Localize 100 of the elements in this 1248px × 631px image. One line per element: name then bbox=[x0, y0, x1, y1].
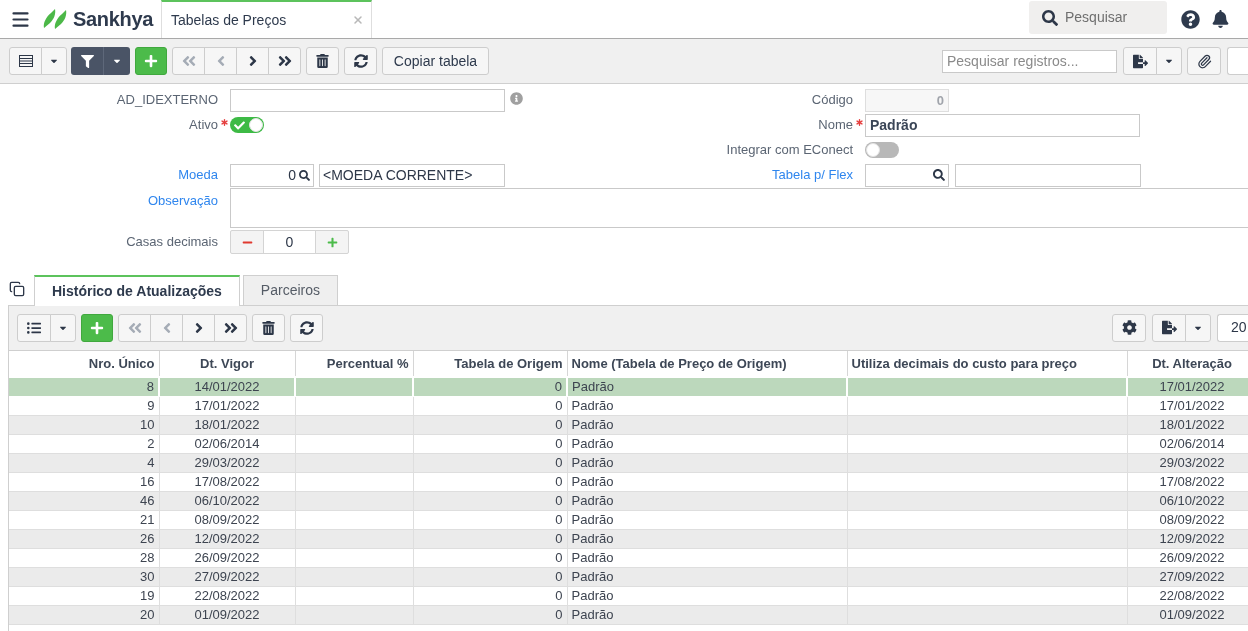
table-cell: 4 bbox=[147, 454, 155, 470]
name-field[interactable]: Padrão bbox=[865, 113, 1140, 137]
field-label: Casas decimais bbox=[126, 233, 218, 252]
page-size-field[interactable]: 20 bbox=[1217, 313, 1248, 342]
table-row[interactable]: 8 14/01/2022 0 Padrão 17/01/2022 bbox=[9, 377, 1248, 396]
table-cell: 20 bbox=[140, 606, 155, 622]
column-header[interactable]: Utiliza decimais do custo para preço bbox=[847, 351, 1127, 377]
search-field[interactable]: Pesquisar bbox=[1029, 1, 1167, 34]
table-cell: 06/10/2022 bbox=[1159, 492, 1225, 508]
table-cell: Padrão bbox=[571, 606, 614, 622]
table-cell: 27/09/2022 bbox=[1159, 568, 1225, 584]
input-field[interactable] bbox=[230, 88, 505, 112]
filter-icon bbox=[80, 54, 94, 68]
last-record-button[interactable] bbox=[268, 47, 301, 75]
logo-text: Sankhya bbox=[73, 7, 154, 32]
list-view-button[interactable] bbox=[17, 313, 51, 342]
toggle-switch[interactable] bbox=[865, 142, 899, 158]
notification-bell-icon[interactable] bbox=[1212, 10, 1229, 28]
grid-view-button[interactable] bbox=[9, 47, 42, 75]
column-header[interactable]: Dt. Alteração bbox=[1127, 351, 1248, 377]
input-field[interactable] bbox=[1227, 47, 1248, 75]
tab[interactable]: Parceiros bbox=[242, 275, 338, 305]
table-cell: 17/01/2022 bbox=[1159, 397, 1225, 413]
observation-field[interactable] bbox=[230, 188, 1248, 228]
refresh-icon bbox=[353, 54, 368, 68]
delete-button[interactable] bbox=[252, 313, 285, 342]
column-header[interactable]: Nome (Tabela de Preço de Origem) bbox=[567, 351, 847, 377]
toggle-switch[interactable] bbox=[230, 117, 264, 133]
attach-button[interactable] bbox=[1187, 47, 1221, 75]
table-cell: Padrão bbox=[572, 378, 614, 394]
column-header[interactable]: Nro. Único bbox=[9, 351, 159, 377]
table-cell: 0 bbox=[555, 606, 563, 622]
table-cell: 0 bbox=[555, 416, 563, 432]
search-icon[interactable] bbox=[299, 169, 310, 181]
search-field[interactable]: Pesquisar registros... bbox=[942, 49, 1117, 73]
column-header[interactable]: Percentual % bbox=[295, 351, 413, 377]
table-cell: 28 bbox=[140, 549, 155, 565]
column-header[interactable]: Dt. Vigor bbox=[159, 351, 295, 377]
lookup-field[interactable] bbox=[865, 163, 949, 187]
description-field[interactable]: <MOEDA CORRENTE> bbox=[319, 163, 505, 187]
table-cell: 02/06/2014 bbox=[1159, 435, 1225, 451]
add-button[interactable] bbox=[81, 313, 113, 342]
table-cell: 0 bbox=[555, 587, 563, 603]
table-cell: Padrão bbox=[571, 492, 614, 508]
double-chevron-right-icon bbox=[276, 53, 293, 69]
table-cell: 2 bbox=[147, 435, 155, 451]
field-label: Código bbox=[811, 91, 853, 110]
table-cell: 06/10/2022 bbox=[194, 492, 260, 508]
table-cell: Padrão bbox=[571, 549, 614, 565]
help-icon[interactable] bbox=[1181, 9, 1200, 29]
tab[interactable]: Histórico de Atualizações bbox=[34, 275, 240, 306]
lookup-field[interactable]: 0 bbox=[230, 163, 314, 187]
copy-icon[interactable] bbox=[9, 281, 25, 297]
table-cell: Padrão bbox=[571, 473, 614, 489]
table-cell: 01/09/2022 bbox=[194, 606, 260, 622]
export-button[interactable] bbox=[1123, 47, 1157, 75]
refresh-icon bbox=[299, 320, 314, 335]
table-cell: 17/01/2022 bbox=[1159, 378, 1225, 394]
delete-button[interactable] bbox=[306, 47, 339, 75]
description-field[interactable] bbox=[955, 163, 1141, 187]
table-cell: 10 bbox=[140, 416, 155, 432]
search-icon[interactable] bbox=[933, 169, 945, 181]
add-button[interactable] bbox=[135, 47, 167, 75]
file-export-icon bbox=[1161, 320, 1177, 335]
number-field[interactable]: 0 bbox=[263, 230, 316, 254]
field-link[interactable]: Moeda bbox=[178, 165, 218, 185]
table-cell: 18/01/2022 bbox=[194, 416, 260, 432]
table-cell: 0 bbox=[555, 492, 563, 508]
refresh-button[interactable] bbox=[290, 313, 323, 342]
table-cell: Padrão bbox=[571, 587, 614, 603]
table-cell: 14/01/2022 bbox=[194, 378, 260, 394]
export-button[interactable] bbox=[1152, 313, 1186, 342]
info-icon[interactable] bbox=[510, 92, 523, 105]
copy-table-button[interactable]: Copiar tabela bbox=[382, 47, 489, 75]
table-cell: 30 bbox=[140, 568, 155, 584]
table-cell: Padrão bbox=[571, 435, 614, 451]
next-record-button[interactable] bbox=[236, 47, 269, 75]
field-link[interactable]: Tabela p/ Flex bbox=[772, 165, 853, 185]
settings-button[interactable] bbox=[1112, 313, 1146, 342]
next-record-button[interactable] bbox=[182, 313, 215, 342]
table-cell: Padrão bbox=[571, 530, 614, 546]
table-cell: 12/09/2022 bbox=[194, 530, 260, 546]
settings-icon bbox=[1121, 320, 1137, 335]
filter-button[interactable] bbox=[71, 47, 104, 75]
last-record-button[interactable] bbox=[214, 313, 247, 342]
refresh-button[interactable] bbox=[344, 47, 377, 75]
column-header[interactable]: Tabela de Origem bbox=[413, 351, 567, 377]
trash-icon bbox=[262, 320, 275, 335]
table-cell: 0 bbox=[555, 549, 563, 565]
table-cell: 22/08/2022 bbox=[194, 587, 260, 603]
table-cell: 0 bbox=[555, 435, 563, 451]
table-cell: 0 bbox=[555, 397, 563, 413]
table-cell: 18/01/2022 bbox=[1159, 416, 1225, 432]
table-cell: 02/06/2014 bbox=[194, 435, 260, 451]
table-cell: 01/09/2022 bbox=[1159, 606, 1225, 622]
field-label: AD_IDEXTERNO bbox=[116, 91, 218, 110]
table-cell: 9 bbox=[147, 397, 155, 413]
table-cell: 46 bbox=[140, 492, 155, 508]
field-link[interactable]: Observação bbox=[147, 191, 218, 211]
field-label: Nome bbox=[818, 116, 853, 135]
